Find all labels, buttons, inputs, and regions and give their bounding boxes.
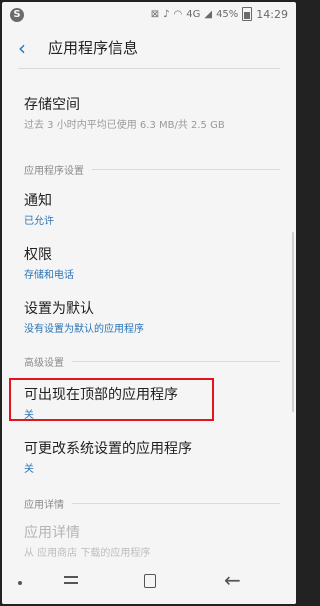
- item-status: 已允许: [24, 216, 54, 227]
- wifi-icon: ◠: [173, 8, 183, 20]
- notifications-item[interactable]: 通知 已允许: [24, 190, 280, 227]
- item-title: 通知: [24, 193, 52, 209]
- permissions-item[interactable]: 权限 存储和电话: [24, 244, 280, 281]
- section-app-details: 应用详情: [24, 496, 280, 511]
- storage-summary: 过去 3 小时内平均已使用 6.3 MB/共 2.5 GB: [24, 120, 225, 131]
- highlight-box: [9, 378, 214, 421]
- section-label: 高级设置: [24, 358, 64, 369]
- item-status: 没有设置为默认的应用程序: [24, 324, 144, 335]
- status-icons: ⊠ ♪ ◠ 4G ◢ 45% 14:29: [151, 7, 288, 21]
- app-details-item: 应用详情 从 应用商店 下载的应用程序: [24, 522, 280, 559]
- item-status: 从 应用商店 下载的应用程序: [24, 548, 151, 559]
- network-type: 4G: [186, 8, 201, 20]
- set-as-default-item[interactable]: 设置为默认 没有设置为默认的应用程序: [24, 298, 280, 335]
- section-label: 应用详情: [24, 500, 64, 511]
- divider: [18, 68, 280, 69]
- home-icon[interactable]: [144, 574, 156, 588]
- item-title: 可更改系统设置的应用程序: [24, 441, 192, 457]
- signal-icon: ◢: [204, 8, 213, 20]
- app-notification-icon: S: [10, 8, 24, 22]
- battery-icon: [242, 7, 253, 21]
- navigation-bar: ←: [2, 562, 296, 604]
- mute-icon: ♪: [163, 8, 170, 20]
- back-icon[interactable]: ←: [224, 568, 241, 592]
- section-advanced: 高级设置: [24, 354, 280, 369]
- back-arrow-icon[interactable]: ‹: [18, 36, 38, 60]
- nfc-icon: ⊠: [150, 8, 160, 20]
- item-title: 权限: [24, 247, 52, 263]
- section-label: 应用程序设置: [24, 166, 84, 177]
- section-app-settings: 应用程序设置: [24, 162, 280, 177]
- storage-title: 存储空间: [24, 97, 80, 113]
- section-divider: [92, 169, 280, 170]
- clock: 14:29: [256, 7, 288, 21]
- nav-dot-icon[interactable]: [18, 581, 22, 585]
- phone-screen: S ⊠ ♪ ◠ 4G ◢ 45% 14:29 ‹ 应用程序信息 存储空间 过去 …: [2, 2, 296, 604]
- storage-item[interactable]: 存储空间 过去 3 小时内平均已使用 6.3 MB/共 2.5 GB: [24, 94, 280, 131]
- item-status: 存储和电话: [24, 270, 74, 281]
- status-bar: S ⊠ ♪ ◠ 4G ◢ 45% 14:29: [2, 2, 296, 30]
- recent-apps-icon[interactable]: [64, 576, 78, 588]
- battery-percent: 45%: [216, 8, 239, 20]
- modify-system-settings-item[interactable]: 可更改系统设置的应用程序 关: [24, 438, 280, 475]
- item-title: 设置为默认: [24, 301, 94, 317]
- section-divider: [72, 503, 280, 504]
- scrollbar[interactable]: [292, 232, 294, 412]
- item-status: 关: [24, 464, 34, 475]
- page-title: 应用程序信息: [48, 39, 139, 57]
- app-bar: ‹ 应用程序信息: [2, 30, 296, 66]
- section-divider: [72, 361, 280, 362]
- item-title: 应用详情: [24, 525, 80, 541]
